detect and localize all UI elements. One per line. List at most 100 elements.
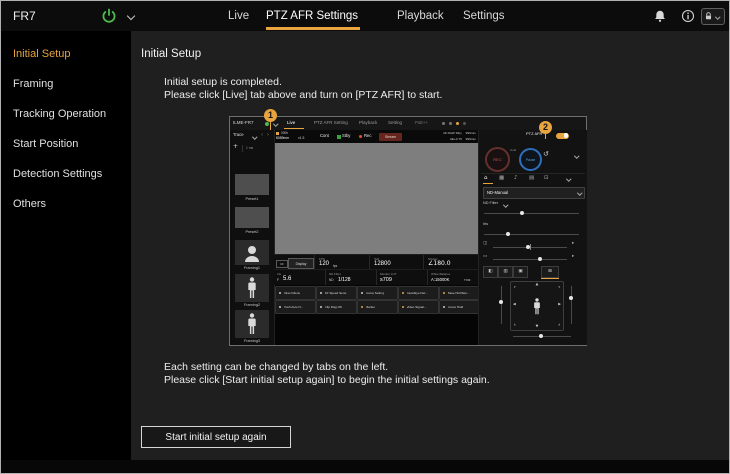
ss-slider3-left-icon: ◫ [483,242,487,247]
ss-ptz-afr-toggle [556,133,569,139]
info-button[interactable] [681,9,695,28]
ss-trace-chevron-icon [252,134,257,139]
ss-shutter-cell: Shutter ∠180.0 [423,255,479,270]
ss-power-icon [265,122,269,126]
tab-settings[interactable]: Settings [463,1,505,31]
ss-cell-value: 120 [319,261,329,267]
ss-cell-label: Monitor LUT [380,272,397,276]
ss-cell-label: ND Filter [329,272,341,276]
page-title: Initial Setup [141,48,201,60]
ss-assign-label: Focus Hold [448,305,464,309]
intro-line-2: Please click [Live] tab above and turn o… [164,89,442,102]
ss-assign-dot [443,292,446,295]
ss-ae-line: AE+0.75 999mm [450,137,476,141]
info-icon [681,9,695,23]
ss-iris-label: Iris [483,222,488,226]
ss-zoom-ratio: x1.5 [298,137,304,141]
ss-thumb-preset1 [235,174,269,195]
power-menu-chevron-icon[interactable] [127,12,135,20]
ss-cell-value: 1/128 [338,277,351,283]
callout-1-pointer [270,122,272,130]
lock-menu[interactable] [701,8,725,25]
sidebar-item-others[interactable]: Others [1,189,131,219]
ss-cell-prefix: ND [329,278,334,282]
ss-assign-label: Direct Menu [284,291,301,295]
ss-pause-button: Pause [519,148,542,171]
ss-trace-next-icon: › [267,133,269,139]
ss-assign-focus-setting: Focus Setting [357,286,398,300]
ss-zoom-vslider-track [571,286,572,324]
ss-cell-label: Iris [277,272,281,276]
ss-zoom-vslider-knob [569,296,573,300]
ss-slider4-right-icon: ▸ [572,255,574,260]
ss-focal-length: 8089mm [276,137,289,141]
sidebar-item-start-position[interactable]: Start Position [1,129,131,159]
callout-2-pointer [545,134,547,139]
ss-nd-slider-track [484,213,579,214]
ss-thumb-label: Framing2 [230,303,274,307]
ss-rec-indicator: Rec [364,134,371,139]
ss-cell-value: 5.6 [283,276,291,282]
ss-status-icon [463,122,466,125]
ss-iris-cell: Iris F 5.6 [274,270,325,285]
ss-focus-mode-1: ◧ [483,266,498,278]
power-icon [101,8,117,24]
ss-assign-label: Focus Setting [366,291,385,295]
ss-cf-badge: CF [276,260,288,268]
ss-assign-clip-flag: Clip Flag OK [316,300,357,314]
ss-cell-label: White Balance [431,272,450,276]
ss-assign-label: Push Auto N... [284,305,304,309]
ss-lut-cell: Monitor LUT s709 [376,270,428,285]
ss-camera-bar-2: Iris F 5.6 ND Filter ND 1/128 Monitor LU… [274,269,478,285]
ss-cell-unit: fps [333,264,337,268]
ss-device-name: ILME-FR7 [233,121,254,126]
tab-live[interactable]: Live [228,1,249,31]
bottom-bar [1,460,729,473]
ss-ptz-afr-label: PTZ AFR [526,132,542,136]
ss-assign-label: Clip Flag OK [325,305,343,309]
ss-reset-icon: ↺ [543,151,549,159]
ss-poe-status: PoE++ [415,121,428,126]
ss-range-1: 999mm [466,131,476,135]
sidebar-item-initial-setup[interactable]: Initial Setup [1,39,131,69]
ss-camera-bar-1: CF Display FPS 120 fps ISO 12800 Shutter… [274,254,478,270]
ss-focus-mode-2: ▥ [498,266,513,278]
active-tab-underline [266,27,360,30]
ss-toggle-knob [564,133,568,137]
ss-media-remaining: 000h [281,132,288,136]
ss-cell-label: ISO [374,257,379,261]
ss-slider3-right-icon: ▸ [572,242,574,247]
bell-icon [653,9,667,23]
ss-assign-focus-hold: Focus Hold [439,300,480,314]
ss-hold-label: Hold [510,149,516,152]
ss-slider3-knob [526,245,530,249]
sidebar-item-framing[interactable]: Framing [1,69,131,99]
ss-thumb-label: Preset2 [230,230,274,234]
ss-cell-value: ∠180.0 [428,261,451,267]
ss-panel-chevron-icon [574,153,579,158]
ss-nd-mode-value: ND-Manual [487,191,508,196]
ss-pan-tilt-pad: ▲ ▼ ◀ ▶ ◤ ◥ ◣ ◢ [510,281,564,331]
start-initial-setup-again-button[interactable]: Start initial setup again [141,426,291,448]
person-bust-icon [244,244,260,262]
sidebar-item-tracking-operation[interactable]: Tracking Operation [1,99,131,129]
ss-stream-badge: Stream [379,133,402,141]
ss-assign-dot [443,306,446,309]
person-icon [247,277,257,299]
ss-assign-dot [279,292,282,295]
ss-cell-label: FPS [319,257,325,261]
power-button[interactable] [101,8,117,29]
person-icon [533,298,541,315]
ss-box-icon: ⊡ [544,175,549,181]
ss-assign-af-speed: AF Speed Sens. [316,286,357,300]
ss-range-2: 999mm [466,137,476,141]
ss-nav-chevron-icon [566,176,571,181]
ss-topbar: ILME-FR7 Live PTZ AFR Setting Playback S… [230,117,586,131]
sidebar-item-detection-settings[interactable]: Detection Settings [1,159,131,189]
ss-thumb-preset2 [235,207,269,228]
ss-rec-button: REC [485,147,510,172]
tab-playback[interactable]: Playback [397,1,444,31]
notifications-button[interactable] [653,9,667,28]
ss-slider4-left-icon: ▭ [483,255,487,260]
ss-cell-suffix: T±99 [464,278,470,282]
